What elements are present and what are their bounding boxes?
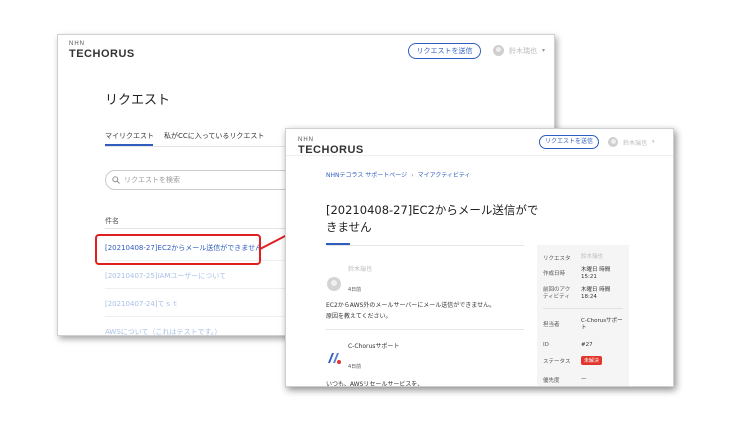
created-value-line: 15:21 (581, 274, 597, 280)
user-menu[interactable]: 鈴木瑞也 ▾ (493, 45, 545, 56)
comment-body-line: 原因を教えてください。 (326, 313, 392, 320)
tab-cc-requests[interactable]: 私がCCに入っているリクエスト (164, 131, 264, 141)
comment-body-line: EC2からAWS外のメールサーバーにメール送信ができません。 (326, 302, 496, 309)
comment-author: 鈴木瑞也 (348, 266, 373, 273)
assignee-value: C-Chorusサポー ト (581, 318, 623, 332)
breadcrumb: NHNテコラス サポートページ › マイアクティビティ (326, 170, 471, 179)
breadcrumb-my-activity[interactable]: マイアクティビティ (418, 172, 471, 179)
submit-request-button[interactable]: リクエストを送信 (539, 135, 599, 149)
id-label: ID (543, 342, 549, 348)
breadcrumb-separator-icon: › (411, 172, 414, 179)
user-name: 鈴木瑞也 (509, 46, 537, 55)
last-activity-label-line: 前回のアク (543, 287, 571, 293)
avatar (493, 45, 504, 56)
request-row-link[interactable]: [20210407-25]IAMユーザーについて (105, 271, 226, 281)
assignee-value-line: ト (581, 325, 587, 331)
tab-my-requests[interactable]: マイリクエスト (105, 131, 154, 141)
avatar (327, 277, 341, 291)
created-value: 木曜日 時間 15:21 (581, 267, 610, 281)
request-details-panel: リクエスタ 鈴木瑞也 作成日時 木曜日 時間 15:21 前回のアク ティビティ… (537, 245, 629, 386)
techorus-logo[interactable]: NHN TECHORUS (298, 137, 364, 156)
assignee-value-line: C-Chorusサポー (581, 318, 623, 324)
comment-author: C-Chorusサポート (348, 343, 400, 350)
search-input[interactable]: リクエストを検索 (105, 170, 305, 190)
request-detail-window: NHN TECHORUS リクエストを送信 鈴木瑞也 ▾ NHNテコラス サポー… (285, 128, 674, 387)
last-activity-label-line: ティビティ (543, 294, 570, 300)
request-title: [20210408-27]EC2からメール送信ができません (326, 203, 539, 234)
chevron-down-icon: ▾ (652, 139, 655, 145)
requester-label: リクエスタ (543, 256, 571, 262)
divider (286, 155, 673, 156)
id-value: #27 (581, 342, 593, 348)
created-label: 作成日時 (543, 271, 566, 277)
divider (326, 245, 524, 246)
comment-body: EC2からAWS外のメールサーバーにメール送信ができません。 原因を教えてくださ… (326, 300, 526, 322)
page-title: リクエスト (105, 93, 171, 108)
status-badge: 未解決 (581, 356, 603, 365)
brand-name: TECHORUS (69, 48, 135, 60)
priority-value: — (581, 376, 587, 382)
avatar (608, 137, 618, 147)
status-label: ステータス (543, 359, 571, 365)
brand-mark: NHN (69, 41, 85, 47)
last-activity-label: 前回のアク ティビティ (543, 287, 570, 301)
divider (326, 329, 524, 330)
breadcrumb-support-page[interactable]: NHNテコラス サポートページ (326, 172, 407, 179)
submit-request-button[interactable]: リクエストを送信 (408, 43, 481, 59)
last-activity-value: 木曜日 時間 18:24 (581, 287, 610, 301)
assignee-label: 担当者 (543, 322, 560, 328)
chevron-down-icon: ▾ (542, 47, 546, 54)
techorus-logo[interactable]: NHN TECHORUS (69, 41, 135, 60)
comment-time: 4日前 (348, 364, 362, 370)
comment-time: 4日前 (348, 287, 362, 293)
brand-mark: NHN (298, 137, 314, 143)
last-activity-value-line: 木曜日 時間 (581, 287, 611, 293)
request-row-link[interactable]: AWSについて（これはテストです。） (105, 327, 221, 335)
highlight-box (95, 234, 261, 265)
user-name: 鈴木瑞也 (623, 139, 648, 147)
priority-label: 優先度 (543, 378, 560, 384)
column-header-subject: 件名 (105, 217, 119, 225)
request-row-link[interactable]: [20210407-24]てｓｔ (105, 299, 179, 309)
user-menu[interactable]: 鈴木瑞也 ▾ (608, 137, 655, 147)
requester-value: 鈴木瑞也 (581, 254, 604, 260)
search-placeholder: リクエストを検索 (124, 176, 180, 184)
created-value-line: 木曜日 時間 (581, 267, 611, 273)
comment-body: いつも、AWSリセールサービスを、 (326, 381, 424, 387)
support-logo-icon (328, 353, 341, 364)
search-icon (112, 176, 120, 184)
divider (543, 308, 623, 309)
last-activity-value-line: 18:24 (581, 294, 597, 300)
